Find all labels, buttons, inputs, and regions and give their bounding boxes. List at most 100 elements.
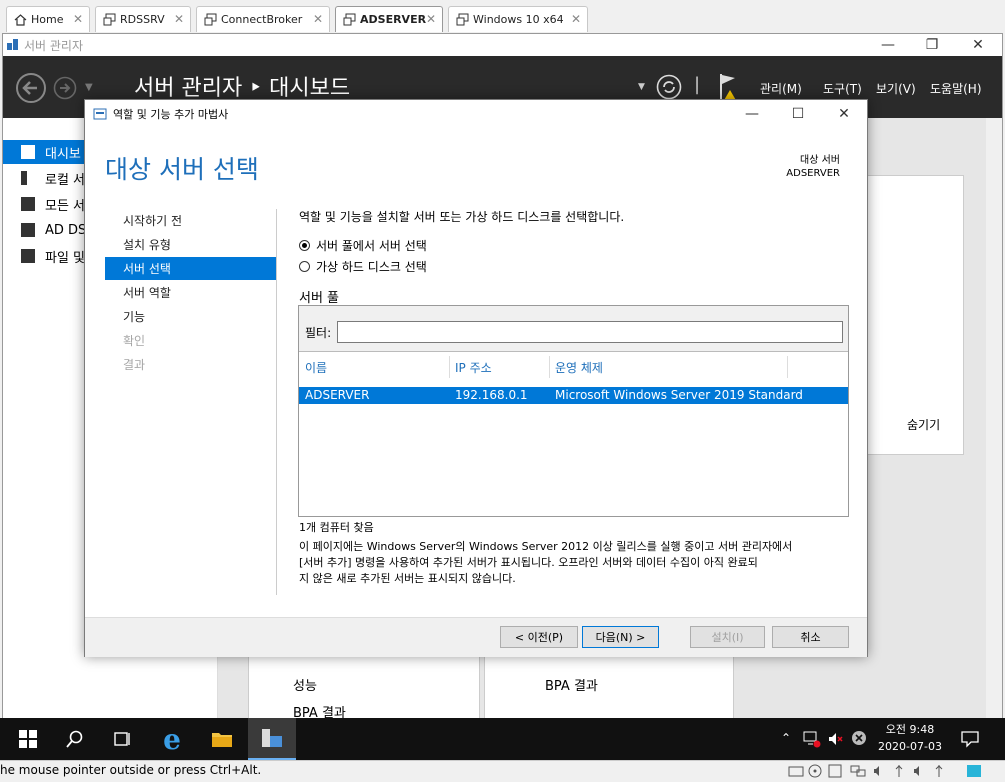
breadcrumb: 서버 관리자 ‣ 대시보드: [134, 76, 351, 101]
file-storage-icon: [21, 249, 35, 263]
minimize-icon[interactable]: —: [865, 34, 911, 56]
vm-tab-home[interactable]: Home ✕: [6, 6, 90, 32]
filter-input[interactable]: [337, 321, 843, 343]
menu-manage[interactable]: 관리(M): [760, 80, 802, 97]
wizard-title: 역할 및 기능 추가 마법사: [113, 108, 229, 121]
hide-link[interactable]: 숨기기: [907, 416, 940, 433]
vm-tab-connectbroker[interactable]: ConnectBroker ✕: [196, 6, 330, 32]
vm-tab-windows10[interactable]: Windows 10 x64 ✕: [448, 6, 588, 32]
menu-tools[interactable]: 도구(T): [823, 80, 862, 97]
close-icon[interactable]: ✕: [955, 34, 1001, 56]
nav-label: 파일 및: [45, 250, 86, 266]
wizard-icon: [93, 106, 107, 123]
dropdown-icon[interactable]: ▼: [638, 82, 645, 92]
tile-bpa[interactable]: BPA 결과: [545, 675, 598, 694]
usb-icon: [892, 764, 906, 781]
step-before-you-begin[interactable]: 시작하기 전: [105, 209, 276, 232]
next-button[interactable]: 다음(N) >: [582, 626, 659, 648]
start-button[interactable]: [4, 718, 52, 760]
table-row[interactable]: ADSERVER 192.168.0.1 Microsoft Windows S…: [299, 387, 848, 404]
wizard-footer: < 이전(P) 다음(N) > 설치(I) 취소: [85, 617, 867, 657]
install-button: 설치(I): [690, 626, 765, 648]
previous-button[interactable]: < 이전(P): [500, 626, 578, 648]
internet-explorer-icon[interactable]: e: [148, 718, 196, 760]
radio-vhd[interactable]: 가상 하드 디스크 선택: [299, 258, 427, 275]
back-icon[interactable]: [15, 72, 47, 107]
target-server-label: 대상 서버: [800, 155, 840, 166]
target-server-box: 대상 서버 ADSERVER: [745, 154, 840, 180]
vm-icon: [342, 13, 356, 27]
action-center-icon[interactable]: [961, 730, 979, 751]
search-icon[interactable]: [51, 718, 99, 760]
tile-performance[interactable]: 성능: [293, 675, 317, 694]
radio-button[interactable]: [299, 261, 310, 272]
forward-icon[interactable]: [53, 76, 77, 103]
taskbar: e ⌃ 오전 9:48 2020-07-03: [0, 718, 1005, 760]
column-ip[interactable]: IP 주소: [455, 359, 492, 376]
row-ip: 192.168.0.1: [455, 388, 528, 402]
minimize-icon[interactable]: —: [729, 103, 775, 125]
step-installation-type[interactable]: 설치 유형: [105, 233, 276, 256]
hdd-icon: [788, 764, 804, 781]
step-server-roles[interactable]: 서버 역할: [105, 281, 276, 304]
home-icon: [13, 13, 27, 27]
menu-help[interactable]: 도움말(H): [930, 80, 982, 97]
dashboard-icon: [21, 145, 35, 159]
vm-tab-label: Windows 10 x64: [473, 13, 564, 26]
table-header: 이름 IP 주소 운영 체제: [299, 356, 848, 378]
step-confirmation: 확인: [123, 334, 146, 348]
note-line: [서버 추가] 명령을 사용하여 추가된 서버가 표시됩니다. 오프라인 서버와…: [299, 556, 758, 569]
vm-tab-rdssrv[interactable]: RDSSRV ✕: [95, 6, 191, 32]
note-line: 지 않은 새로 추가된 서버는 표시되지 않습니다.: [299, 572, 516, 585]
step-server-selection[interactable]: 서버 선택: [105, 257, 276, 280]
column-name[interactable]: 이름: [305, 359, 327, 376]
usb-icon: [932, 764, 946, 781]
radio-label: 서버 풀에서 서버 선택: [316, 239, 427, 253]
status-text: he mouse pointer outside or press Ctrl+A…: [0, 763, 262, 777]
restore-icon[interactable]: ❐: [909, 34, 955, 56]
clock[interactable]: 오전 9:48 2020-07-03: [874, 721, 946, 755]
note-text: 이 페이지에는 Windows Server의 Windows Server 2…: [299, 539, 849, 587]
vm-tab-label: Home: [31, 13, 64, 26]
close-icon[interactable]: ✕: [313, 12, 323, 26]
maximize-icon[interactable]: ☐: [775, 103, 821, 125]
vm-icon: [455, 13, 469, 27]
sound-icon: [872, 764, 886, 781]
volume-muted-icon[interactable]: [827, 730, 845, 751]
row-name: ADSERVER: [305, 388, 370, 402]
network-icon: [850, 764, 866, 781]
close-icon[interactable]: ✕: [426, 12, 436, 26]
cancel-button[interactable]: 취소: [772, 626, 849, 648]
scrollbar[interactable]: [986, 118, 1002, 718]
close-icon[interactable]: ✕: [174, 12, 184, 26]
filter-label: 필터:: [305, 326, 332, 340]
disconnected-icon[interactable]: [851, 730, 867, 749]
chevron-down-icon[interactable]: ▼: [85, 82, 93, 93]
nav-label: 대시보: [45, 146, 81, 162]
close-icon[interactable]: ✕: [73, 12, 83, 26]
radio-server-pool[interactable]: 서버 풀에서 서버 선택: [299, 237, 427, 254]
instruction-text: 역할 및 기능을 설치할 서버 또는 가상 하드 디스크를 선택합니다.: [299, 210, 625, 224]
message-icon[interactable]: [966, 764, 982, 781]
network-icon[interactable]: [803, 730, 821, 751]
target-server-value: ADSERVER: [786, 168, 840, 179]
task-view-icon[interactable]: [99, 718, 147, 760]
vm-tab-label: ADSERVER: [360, 13, 427, 26]
vm-icon: [203, 13, 217, 27]
close-icon[interactable]: ✕: [821, 103, 867, 125]
windows-logo-icon: [19, 730, 37, 748]
cd-icon: [808, 764, 822, 781]
close-icon[interactable]: ✕: [571, 12, 581, 26]
server-manager-taskbar-icon[interactable]: [248, 718, 296, 760]
host-status-bar: he mouse pointer outside or press Ctrl+A…: [0, 760, 1005, 782]
radio-button[interactable]: [299, 240, 310, 251]
wizard-body: 대상 서버 선택 대상 서버 ADSERVER 시작하기 전 설치 유형 서버 …: [85, 128, 867, 617]
chevron-up-icon[interactable]: ⌃: [781, 731, 791, 745]
server-pool-title: 서버 풀: [299, 291, 340, 306]
vm-tab-bar: Home ✕ RDSSRV ✕ ConnectBroker ✕ ADSERVER…: [0, 0, 1005, 37]
file-explorer-icon[interactable]: [198, 718, 246, 760]
vm-tab-adserver[interactable]: ADSERVER ✕: [335, 6, 443, 32]
column-os[interactable]: 운영 체제: [555, 359, 603, 376]
menu-view[interactable]: 보기(V): [876, 80, 916, 97]
step-features[interactable]: 기능: [105, 305, 276, 328]
